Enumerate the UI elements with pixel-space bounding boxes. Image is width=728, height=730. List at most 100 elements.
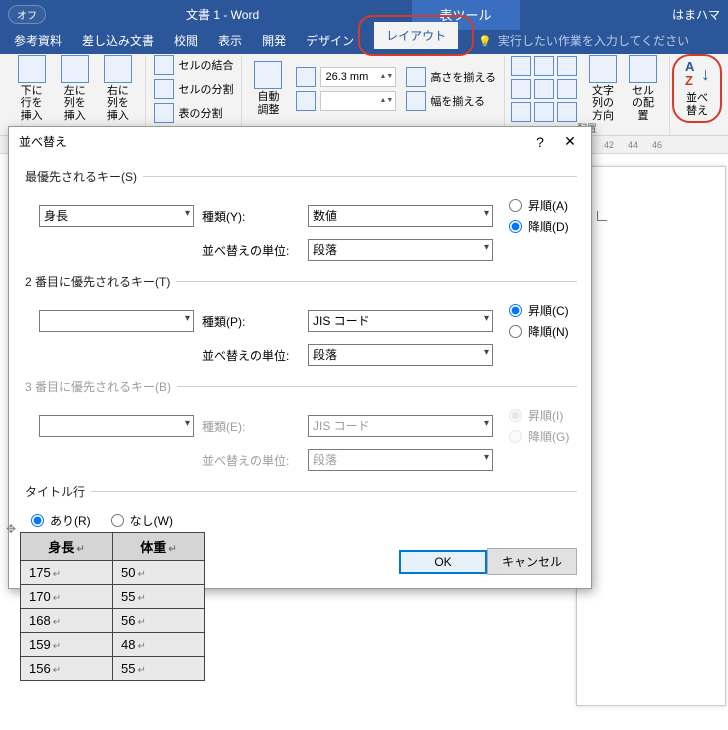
tab-layout[interactable]: レイアウト: [364, 17, 468, 54]
autosave-toggle[interactable]: オフ: [8, 5, 46, 24]
distribute-rows-button[interactable]: 高さを揃える: [404, 66, 498, 88]
titlerow-yes-radio[interactable]: あり(R): [31, 512, 91, 529]
merge-cells-button[interactable]: セルの結合: [152, 54, 235, 76]
tell-me-search[interactable]: 実行したい作業を入力してください: [468, 27, 728, 54]
cell-margins-button[interactable]: セルの配置: [623, 53, 663, 123]
align-tr-icon[interactable]: [557, 56, 577, 76]
secondary-asc-radio[interactable]: 昇順(C): [509, 302, 569, 319]
label: 左に列を挿入: [59, 85, 90, 121]
tab-review[interactable]: 校閲: [164, 27, 208, 54]
tab-design[interactable]: デザイン: [296, 27, 364, 54]
help-button[interactable]: ?: [525, 134, 555, 150]
titlerow-legend: タイトル行: [23, 483, 91, 500]
tab-developer[interactable]: 開発: [252, 27, 296, 54]
table-row[interactable]: 159↵48↵: [21, 633, 205, 657]
sort-button[interactable]: AZ↓ 並べ替え: [676, 58, 718, 118]
tab-mailings[interactable]: 差し込み文書: [72, 27, 164, 54]
secondary-key-select[interactable]: [39, 310, 194, 332]
primary-type-select[interactable]: 数値: [308, 205, 493, 227]
row-height-spinner[interactable]: ▲▼: [320, 67, 396, 87]
col-width-input[interactable]: [323, 94, 375, 108]
align-ml-icon[interactable]: [511, 79, 531, 99]
cancel-button[interactable]: キャンセル: [487, 548, 577, 575]
spinner-icon[interactable]: ▲▼: [379, 73, 393, 80]
label: あり(R): [50, 512, 91, 529]
table-header-row: 身長↵ 体重↵: [21, 533, 205, 561]
table-cell[interactable]: 156↵: [21, 657, 113, 681]
label: セルの結合: [178, 57, 233, 73]
split-cells-button[interactable]: セルの分割: [152, 78, 235, 100]
group-alignment: 文字列の方向 セルの配置 配置: [505, 56, 670, 135]
document-table[interactable]: 身長↵ 体重↵ 175↵50↵170↵55↵168↵56↵159↵48↵156↵…: [20, 532, 205, 681]
primary-key-select[interactable]: 身長: [39, 205, 194, 227]
align-bc-icon[interactable]: [534, 102, 554, 122]
distribute-cols-icon: [406, 91, 426, 111]
ruler-tick: 42: [604, 140, 614, 150]
table-cell[interactable]: 175↵: [21, 561, 113, 585]
primary-unit-select[interactable]: 段落: [308, 239, 493, 261]
insert-col-right-icon: [104, 55, 132, 83]
secondary-unit-select[interactable]: 段落: [308, 344, 493, 366]
ribbon-tabs: 参考資料 差し込み文書 校閲 表示 開発 デザイン レイアウト 実行したい作業を…: [0, 28, 728, 54]
insert-row-below-button[interactable]: 下に行を挿入: [10, 53, 53, 123]
col-header[interactable]: 体重↵: [113, 533, 205, 561]
titlerow-no-radio[interactable]: なし(W): [111, 512, 173, 529]
align-tc-icon[interactable]: [534, 56, 554, 76]
close-button[interactable]: ✕: [555, 133, 585, 150]
autofit-button[interactable]: 自動調整: [248, 59, 288, 117]
table-row[interactable]: 168↵56↵: [21, 609, 205, 633]
unit-label: 並べ替えの単位:: [202, 452, 300, 469]
label: 昇順(I): [528, 407, 563, 424]
table-row[interactable]: 175↵50↵: [21, 561, 205, 585]
insert-row-below-icon: [18, 55, 46, 83]
align-br-icon[interactable]: [557, 102, 577, 122]
margin-corner-icon: [597, 211, 607, 221]
primary-asc-radio[interactable]: 昇順(A): [509, 197, 569, 214]
document-page[interactable]: [576, 166, 726, 706]
align-mc-icon[interactable]: [534, 79, 554, 99]
table-cell[interactable]: 170↵: [21, 585, 113, 609]
account-name[interactable]: はまハマ: [672, 6, 720, 23]
ok-button[interactable]: OK: [399, 550, 487, 574]
spinner-icon[interactable]: ▲▼: [379, 97, 393, 104]
distribute-cols-button[interactable]: 幅を揃える: [404, 90, 498, 112]
tab-references[interactable]: 参考資料: [4, 27, 72, 54]
table-row[interactable]: 170↵55↵: [21, 585, 205, 609]
table-cell[interactable]: 55↵: [113, 585, 205, 609]
split-table-icon: [154, 103, 174, 123]
split-table-button[interactable]: 表の分割: [152, 102, 235, 124]
table-cell[interactable]: 56↵: [113, 609, 205, 633]
tertiary-key-select[interactable]: [39, 415, 194, 437]
label: 下に行を挿入: [16, 85, 47, 121]
table-cell[interactable]: 168↵: [21, 609, 113, 633]
align-mr-icon[interactable]: [557, 79, 577, 99]
bulb-icon: [478, 34, 492, 48]
primary-desc-radio[interactable]: 降順(D): [509, 218, 569, 235]
secondary-type-select[interactable]: JIS コード: [308, 310, 493, 332]
table-row[interactable]: 156↵55↵: [21, 657, 205, 681]
table-move-handle-icon[interactable]: [6, 522, 16, 536]
table-cell[interactable]: 55↵: [113, 657, 205, 681]
row-height-input[interactable]: [323, 70, 375, 84]
col-width-spinner[interactable]: ▲▼: [320, 91, 396, 111]
align-tl-icon[interactable]: [511, 56, 531, 76]
tertiary-key-group: 3 番目に優先されるキー(B) 種類(E): JIS コード 昇順(I): [23, 378, 577, 475]
distribute-rows-icon: [406, 67, 426, 87]
col-header[interactable]: 身長↵: [21, 533, 113, 561]
secondary-key-group: 2 番目に優先されるキー(T) 種類(P): JIS コード 昇順(C): [23, 273, 577, 370]
table-cell[interactable]: 50↵: [113, 561, 205, 585]
type-label: 種類(P):: [202, 313, 300, 330]
align-bl-icon[interactable]: [511, 102, 531, 122]
table-cell[interactable]: 159↵: [21, 633, 113, 657]
insert-col-right-button[interactable]: 右に列を挿入: [96, 53, 139, 123]
tab-view[interactable]: 表示: [208, 27, 252, 54]
secondary-desc-radio[interactable]: 降順(N): [509, 323, 569, 340]
insert-col-left-button[interactable]: 左に列を挿入: [53, 53, 96, 123]
sort-dialog: 並べ替え ? ✕ 最優先されるキー(S) 身長 種類(Y): 数値: [8, 126, 592, 589]
tertiary-desc-radio: 降順(G): [509, 428, 569, 445]
text-direction-button[interactable]: 文字列の方向: [583, 53, 623, 123]
height-icon: [296, 67, 316, 87]
table-cell[interactable]: 48↵: [113, 633, 205, 657]
row-height-field[interactable]: ▲▼: [294, 66, 398, 88]
col-width-field[interactable]: ▲▼: [294, 90, 398, 112]
